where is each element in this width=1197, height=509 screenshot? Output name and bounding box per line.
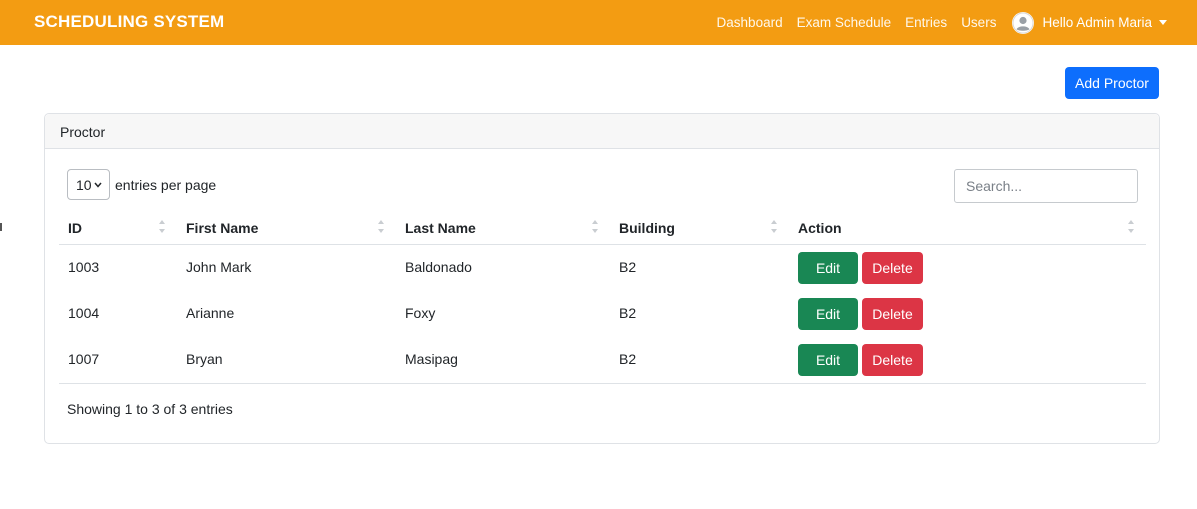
sort-icon[interactable]: [378, 220, 384, 234]
nav-link-entries[interactable]: Entries: [905, 15, 947, 30]
nav-links: Dashboard Exam Schedule Entries Users He…: [703, 0, 1167, 45]
cell-last-name: Masipag: [405, 351, 458, 367]
cell-last-name: Foxy: [405, 305, 436, 321]
cell-building: B2: [619, 259, 637, 275]
sort-icon[interactable]: [771, 220, 777, 234]
entries-per-page-label: entries per page: [115, 176, 217, 193]
top-navbar: SCHEDULING SYSTEM Dashboard Exam Schedul…: [0, 0, 1197, 45]
cell-first-name: Arianne: [186, 305, 235, 321]
edit-button[interactable]: Edit: [798, 252, 858, 284]
column-header-id[interactable]: ID: [68, 220, 82, 236]
entries-per-page-value: 10: [76, 176, 92, 193]
cell-first-name: John Mark: [186, 259, 252, 275]
table-row: 1007 Bryan Masipag B2 Edit Delete: [59, 337, 1146, 383]
chevron-down-icon: [94, 182, 102, 188]
nav-link-users[interactable]: Users: [961, 15, 996, 30]
column-header-first-name[interactable]: First Name: [186, 220, 258, 236]
sort-icon[interactable]: [592, 220, 598, 234]
cell-building: B2: [619, 305, 637, 321]
proctor-table: ID First Name Last Name Building Action …: [59, 210, 1146, 384]
user-avatar-icon: [1012, 11, 1035, 34]
column-header-last-name[interactable]: Last Name: [405, 220, 476, 236]
table-bottom-border: [59, 383, 1146, 384]
nav-link-dashboard[interactable]: Dashboard: [717, 15, 783, 30]
user-menu-dropdown[interactable]: Hello Admin Maria: [1012, 11, 1167, 34]
delete-button[interactable]: Delete: [862, 344, 923, 376]
brand-title[interactable]: SCHEDULING SYSTEM: [34, 12, 224, 32]
cell-building: B2: [619, 351, 637, 367]
table-info: Showing 1 to 3 of 3 entries: [67, 401, 233, 417]
user-greeting: Hello Admin Maria: [1042, 15, 1152, 30]
table-row: 1004 Arianne Foxy B2 Edit Delete: [59, 291, 1146, 337]
cell-id: 1003: [68, 259, 100, 275]
card-title: Proctor: [45, 114, 1159, 149]
page-edge-mark: [0, 223, 2, 231]
sort-icon[interactable]: [1128, 220, 1134, 234]
edit-button[interactable]: Edit: [798, 298, 858, 330]
cell-id: 1007: [68, 351, 100, 367]
delete-button[interactable]: Delete: [862, 252, 923, 284]
search-input[interactable]: [954, 169, 1138, 203]
table-row: 1003 John Mark Baldonado B2 Edit Delete: [59, 245, 1146, 291]
delete-button[interactable]: Delete: [862, 298, 923, 330]
table-header: ID First Name Last Name Building Action: [59, 210, 1146, 245]
nav-link-exam-schedule[interactable]: Exam Schedule: [797, 15, 892, 30]
caret-down-icon: [1159, 20, 1167, 25]
add-proctor-button[interactable]: Add Proctor: [1065, 67, 1159, 99]
sort-icon[interactable]: [159, 220, 165, 234]
cell-last-name: Baldonado: [405, 259, 472, 275]
column-header-action[interactable]: Action: [798, 220, 842, 236]
entries-per-page-select[interactable]: 10: [67, 169, 110, 200]
cell-first-name: Bryan: [186, 351, 223, 367]
column-header-building[interactable]: Building: [619, 220, 675, 236]
proctor-card: Proctor 10 entries per page ID First Nam…: [44, 113, 1160, 444]
entries-per-page-control: 10 entries per page: [67, 169, 216, 200]
cell-id: 1004: [68, 305, 100, 321]
edit-button[interactable]: Edit: [798, 344, 858, 376]
